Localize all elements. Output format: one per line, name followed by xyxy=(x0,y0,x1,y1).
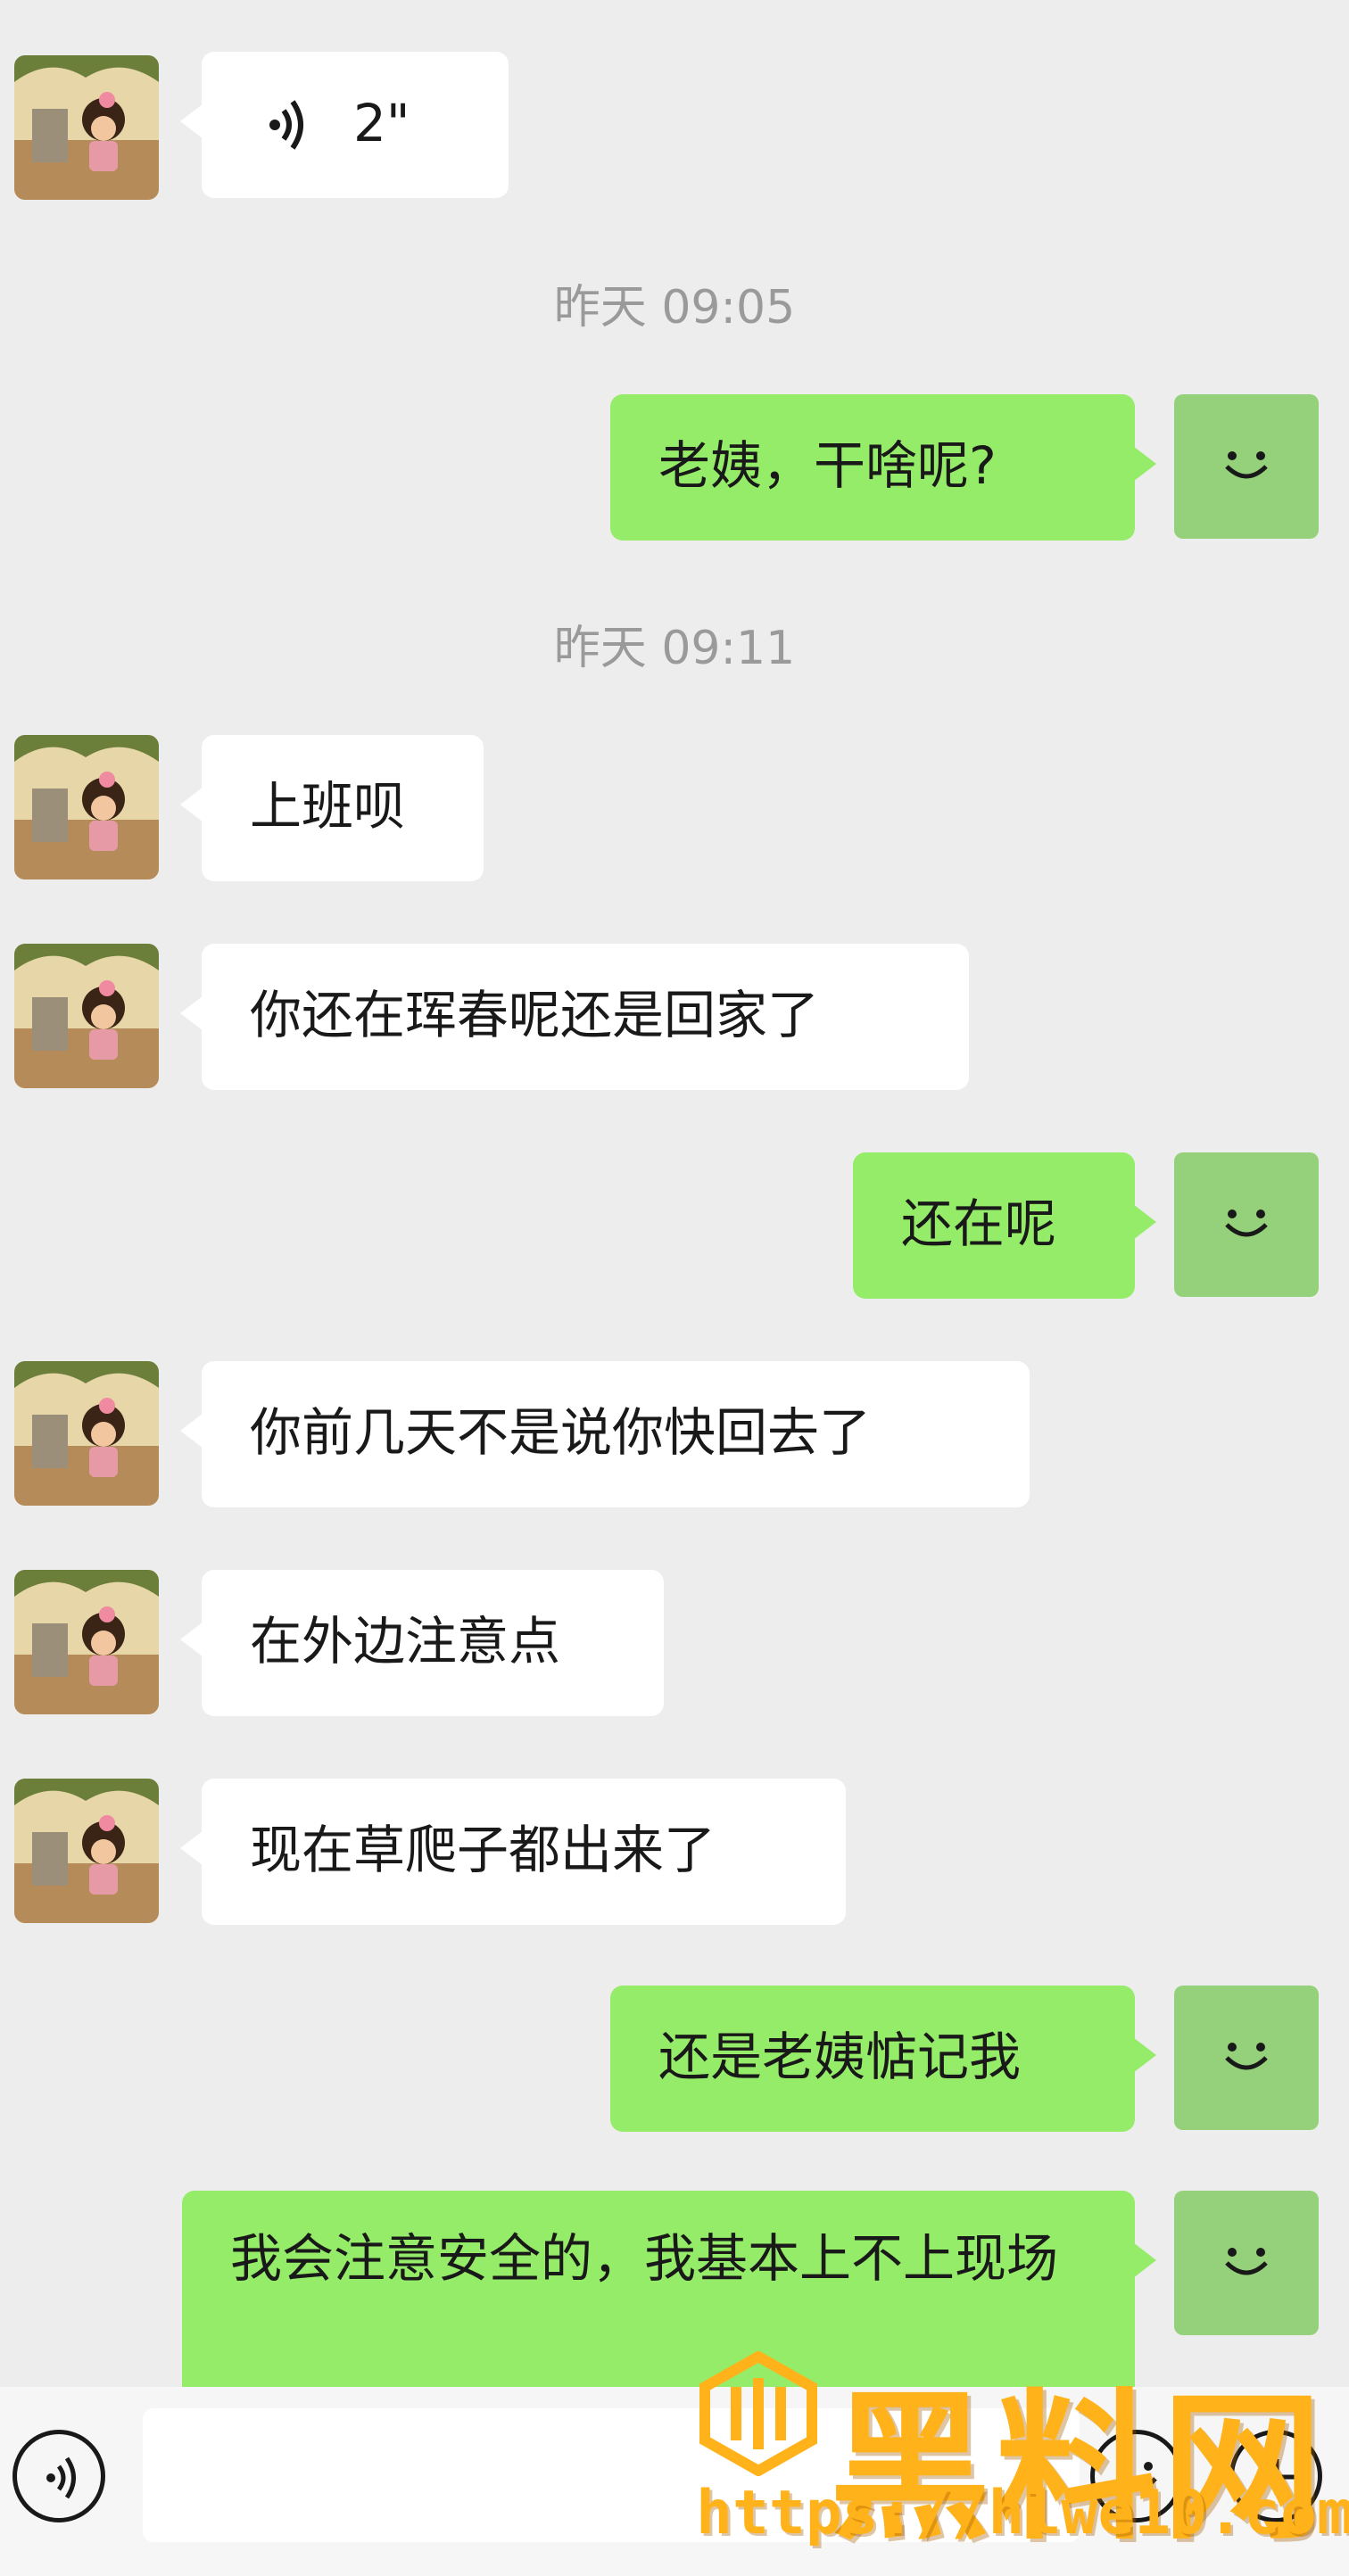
self-avatar[interactable] xyxy=(1174,1986,1319,2130)
cartoon-girl-avatar-icon xyxy=(14,1570,159,1714)
sent-message-bubble[interactable]: 还在呢 xyxy=(853,1152,1156,1299)
timestamp: 昨天 09:05 xyxy=(553,281,796,334)
cartoon-girl-avatar-icon xyxy=(14,735,159,879)
voice-wave-icon xyxy=(269,100,303,150)
self-avatar[interactable] xyxy=(1174,394,1319,539)
watermark: 黑料网 https://hlwe10.com xyxy=(696,2319,1349,2576)
contact-avatar[interactable] xyxy=(14,1779,159,1923)
message-text: 老姨，干啥呢? xyxy=(658,435,997,496)
contact-avatar[interactable] xyxy=(14,1570,159,1714)
message-text: 你还在珲春呢还是回家了 xyxy=(250,985,820,1045)
smile-avatar-icon xyxy=(1225,451,1268,479)
received-message-bubble[interactable]: 现在草爬子都出来了 xyxy=(180,1779,846,1925)
contact-avatar[interactable] xyxy=(14,55,159,200)
timestamp: 昨天 09:11 xyxy=(553,622,796,675)
message-text: 还是老姨惦记我 xyxy=(658,2027,1022,2087)
message-text: 在外边注意点 xyxy=(250,1611,561,1672)
voice-toggle-icon xyxy=(46,2456,76,2499)
sent-message-bubble[interactable]: 还是老姨惦记我 xyxy=(610,1986,1156,2132)
voice-toggle-button[interactable] xyxy=(12,2430,105,2522)
cartoon-girl-avatar-icon xyxy=(14,55,159,200)
sent-message-bubble[interactable]: 老姨，干啥呢? xyxy=(610,394,1156,541)
received-message-bubble[interactable]: 上班呗 xyxy=(180,735,484,881)
message-text: 我会注意安全的，我基本上不上现场 xyxy=(230,2228,1059,2289)
message-text: 还在呢 xyxy=(901,1193,1057,1254)
received-message-bubble[interactable]: 你还在珲春呢还是回家了 xyxy=(180,944,969,1090)
contact-avatar[interactable] xyxy=(14,735,159,879)
self-avatar[interactable] xyxy=(1174,1152,1319,1297)
smile-avatar-icon xyxy=(1225,1210,1268,1237)
watermark-url: https://hlwe10.com xyxy=(696,2478,1349,2548)
message-text: 现在草爬子都出来了 xyxy=(250,1820,716,1880)
watermark-logo-icon xyxy=(699,2351,817,2476)
smile-avatar-icon xyxy=(1225,2043,1268,2070)
voice-message-bubble[interactable]: 2" xyxy=(180,52,509,198)
received-message-bubble[interactable]: 你前几天不是说你快回去了 xyxy=(180,1361,1030,1507)
smile-avatar-icon xyxy=(1225,2248,1268,2275)
voice-duration: 2" xyxy=(353,93,410,153)
message-text: 上班呗 xyxy=(250,776,406,837)
cartoon-girl-avatar-icon xyxy=(14,1779,159,1923)
self-avatar[interactable] xyxy=(1174,2191,1319,2335)
contact-avatar[interactable] xyxy=(14,1361,159,1506)
message-text: 你前几天不是说你快回去了 xyxy=(250,1402,872,1463)
cartoon-girl-avatar-icon xyxy=(14,1361,159,1506)
contact-avatar[interactable] xyxy=(14,944,159,1088)
received-message-bubble[interactable]: 在外边注意点 xyxy=(180,1570,664,1716)
cartoon-girl-avatar-icon xyxy=(14,944,159,1088)
